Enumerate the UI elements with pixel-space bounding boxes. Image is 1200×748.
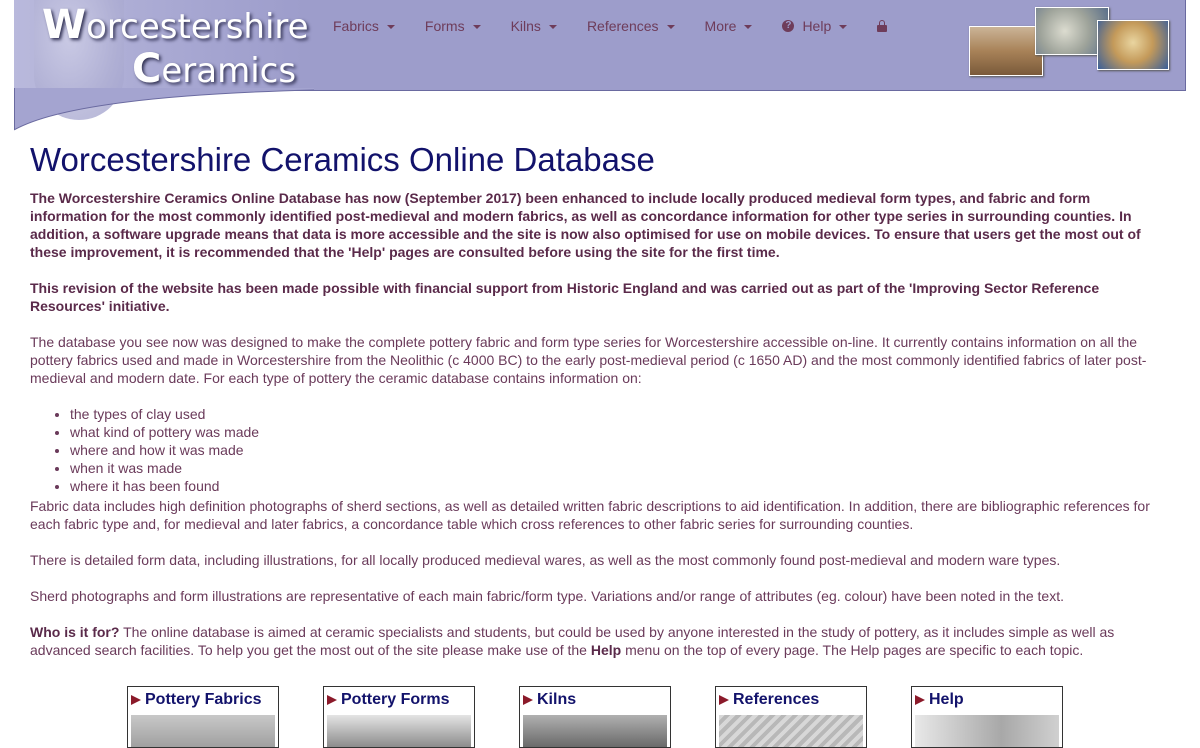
tile-pottery-forms[interactable]: Pottery Forms: [323, 686, 475, 748]
nav-help-label: Help: [802, 18, 832, 34]
form-data-paragraph: There is detailed form data, including i…: [30, 552, 1061, 568]
tile-pottery-fabrics[interactable]: Pottery Fabrics: [127, 686, 279, 748]
nav-fabrics-label: Fabrics: [333, 18, 379, 34]
arrow-right-icon: [523, 695, 533, 705]
tile-label: Pottery Fabrics: [145, 691, 262, 708]
nav-references[interactable]: References: [572, 17, 690, 35]
lock-icon: [877, 20, 888, 32]
nav-more[interactable]: More: [690, 17, 768, 35]
nav-help[interactable]: ? Help: [767, 17, 862, 35]
tile-label: Pottery Forms: [341, 691, 450, 708]
caret-down-icon: [386, 25, 395, 29]
list-item: the types of clay used: [70, 405, 1155, 423]
enhancement-notice: The Worcestershire Ceramics Online Datab…: [30, 190, 1141, 260]
arrow-right-icon: [131, 695, 141, 705]
tile-image: [915, 715, 1059, 747]
question-circle-icon: ?: [782, 20, 795, 32]
nav-fabrics[interactable]: Fabrics: [318, 17, 410, 35]
who-text-b: menu on the top of every page. The Help …: [621, 642, 1084, 658]
info-list: the types of clay used what kind of pott…: [30, 405, 1155, 495]
tile-label: References: [733, 691, 820, 708]
page-title: Worcestershire Ceramics Online Database: [30, 141, 655, 178]
caret-down-icon: [744, 25, 753, 29]
tile-image: [327, 715, 471, 747]
fabric-data-paragraph: Fabric data includes high definition pho…: [30, 498, 1150, 532]
logo-initial-c: C: [132, 46, 162, 92]
nav-login[interactable]: [862, 17, 902, 35]
sherd-paragraph: Sherd photographs and form illustrations…: [30, 588, 1064, 604]
pottery-photo-jug: [1097, 20, 1169, 70]
logo-initial-w: W: [42, 2, 87, 48]
nav-kilns[interactable]: Kilns: [496, 17, 572, 35]
arrow-right-icon: [327, 695, 337, 705]
tile-help[interactable]: Help: [911, 686, 1063, 748]
arrow-right-icon: [915, 695, 925, 705]
nav-kilns-label: Kilns: [510, 18, 541, 34]
tile-label: Kilns: [537, 691, 577, 708]
nav-forms[interactable]: Forms: [410, 17, 496, 35]
list-item: what kind of pottery was made: [70, 423, 1155, 441]
tile-references[interactable]: References: [715, 686, 867, 748]
nav-forms-label: Forms: [424, 18, 465, 34]
pottery-photo-jars: [969, 26, 1043, 76]
caret-down-icon: [472, 25, 481, 29]
who-is-it-for-paragraph: Who is it for? The online database is ai…: [30, 623, 1155, 659]
list-item: where it has been found: [70, 477, 1155, 495]
nav-more-label: More: [704, 18, 737, 34]
section-tiles: Pottery Fabrics Pottery Forms Kilns Refe…: [127, 686, 1063, 748]
main-content: Worcestershire Ceramics Online Database …: [30, 140, 1155, 659]
main-nav: Fabrics Forms Kilns References More ? He…: [318, 17, 902, 35]
caret-down-icon: [839, 25, 848, 29]
list-item: where and how it was made: [70, 441, 1155, 459]
caret-down-icon: [666, 25, 675, 29]
tile-image: [523, 715, 667, 747]
list-item: when it was made: [70, 459, 1155, 477]
tile-image: [719, 715, 863, 747]
logo-word-1: orcestershire: [86, 7, 309, 47]
logo-area[interactable]: Worcestershire Ceramics: [14, 0, 309, 120]
tile-image: [131, 715, 275, 747]
who-label: Who is it for?: [30, 624, 120, 640]
tile-kilns[interactable]: Kilns: [519, 686, 671, 748]
arrow-right-icon: [719, 695, 729, 705]
logo-word-2: eramics: [161, 51, 297, 91]
intro-paragraph: The database you see now was designed to…: [30, 334, 1147, 386]
help-word: Help: [590, 642, 622, 658]
caret-down-icon: [548, 25, 557, 29]
header-curve-decoration: [14, 88, 314, 131]
funding-notice: This revision of the website has been ma…: [30, 280, 1100, 314]
nav-references-label: References: [586, 18, 659, 34]
tile-label: Help: [929, 691, 964, 708]
site-logo[interactable]: Worcestershire Ceramics: [42, 4, 309, 92]
